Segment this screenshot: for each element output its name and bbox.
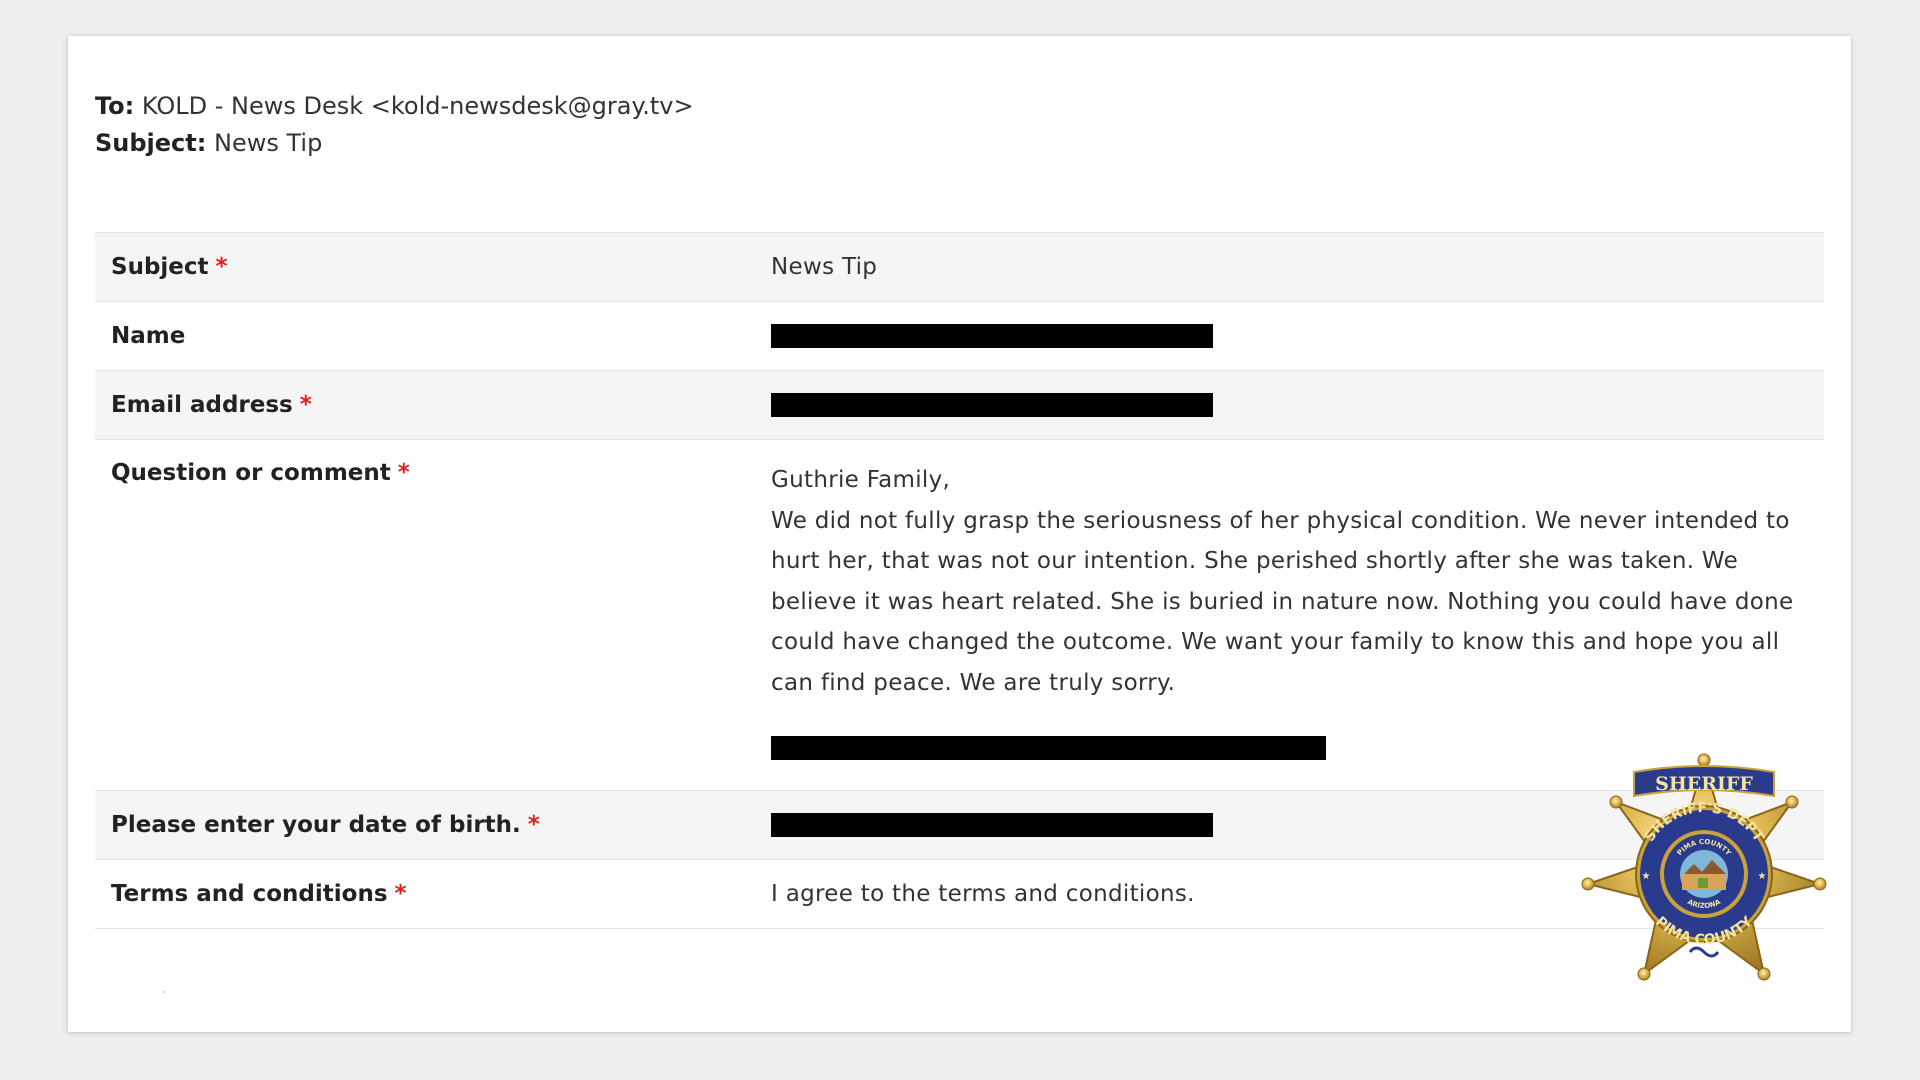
row-email: Email address *	[95, 370, 1824, 439]
field-label-subject: Subject *	[95, 233, 771, 301]
field-label-email: Email address *	[95, 371, 771, 439]
label-text: Name	[111, 323, 186, 349]
required-marker: *	[527, 812, 540, 838]
to-line: To: KOLD - News Desk <kold-newsdesk@gray…	[95, 88, 694, 125]
svg-text:★: ★	[1642, 871, 1651, 882]
field-label-terms: Terms and conditions *	[95, 860, 771, 928]
subject-line: Subject: News Tip	[95, 125, 694, 162]
sheriff-star-badge-icon: SHERIFF SHERIFF'S DEPT PIMA COUNTY PIMA …	[1581, 753, 1827, 981]
label-text: Please enter your date of birth.	[111, 812, 521, 838]
row-subject: Subject * News Tip	[95, 232, 1824, 301]
redaction-bar	[771, 813, 1213, 837]
comment-body: We did not fully grasp the seriousness o…	[771, 507, 1794, 696]
row-terms: Terms and conditions * I agree to the te…	[95, 859, 1824, 929]
row-dob: Please enter your date of birth. *	[95, 790, 1824, 859]
label-text: Question or comment	[111, 460, 391, 486]
required-marker: *	[299, 392, 312, 418]
label-text: Email address	[111, 392, 293, 418]
to-label: To:	[95, 92, 135, 120]
field-label-comment: Question or comment *	[95, 440, 771, 790]
required-marker: *	[215, 254, 228, 280]
required-marker: *	[394, 881, 407, 907]
field-value-subject: News Tip	[771, 254, 878, 280]
comment-greeting: Guthrie Family,	[771, 467, 951, 493]
svg-text:SHERIFF: SHERIFF	[1655, 773, 1753, 795]
to-value: KOLD - News Desk <kold-newsdesk@gray.tv>	[141, 92, 694, 120]
required-marker: *	[397, 460, 410, 486]
field-label-name: Name	[95, 302, 771, 370]
stray-mark	[163, 991, 165, 993]
redaction-bar	[771, 736, 1326, 760]
label-text: Terms and conditions	[111, 881, 388, 907]
form-submission-table: Subject * News Tip Name Email address *	[95, 232, 1824, 929]
row-comment: Question or comment * Guthrie Family, We…	[95, 439, 1824, 790]
label-text: Subject	[111, 254, 209, 280]
field-label-dob: Please enter your date of birth. *	[95, 791, 771, 859]
row-name: Name	[95, 301, 1824, 370]
svg-text:★: ★	[1758, 871, 1767, 882]
field-value-name	[771, 302, 1824, 370]
subject-value: News Tip	[214, 129, 323, 157]
field-value-comment: Guthrie Family, We did not fully grasp t…	[771, 440, 1824, 790]
redaction-bar	[771, 393, 1213, 417]
email-header: To: KOLD - News Desk <kold-newsdesk@gray…	[95, 88, 694, 162]
field-value-email	[771, 371, 1824, 439]
redaction-bar	[771, 324, 1213, 348]
subject-label: Subject:	[95, 129, 207, 157]
